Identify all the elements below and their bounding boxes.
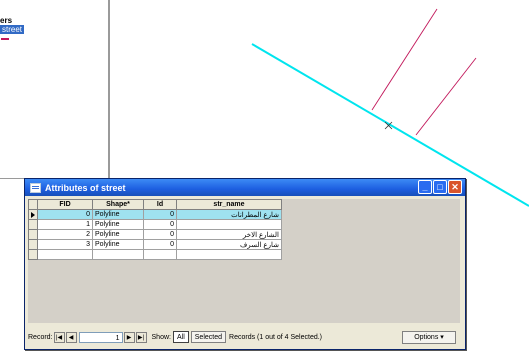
- row-selector[interactable]: [28, 229, 38, 240]
- cell-fid[interactable]: 1: [37, 219, 93, 230]
- next-record-button[interactable]: ▶: [123, 331, 135, 343]
- cell-id[interactable]: 0: [143, 229, 177, 240]
- cell-shape[interactable]: Polyline: [92, 219, 144, 230]
- street-line-1[interactable]: [371, 8, 438, 111]
- window-title: Attributes of street: [45, 182, 126, 193]
- options-button[interactable]: Options ▾: [402, 331, 456, 344]
- column-header-str-name[interactable]: str_name: [176, 199, 282, 210]
- layer-group-label[interactable]: ers: [0, 16, 12, 25]
- table-row[interactable]: 3 Polyline 0 شارع السرف: [28, 239, 282, 250]
- minimize-button[interactable]: _: [418, 180, 432, 194]
- show-all-button[interactable]: All: [172, 331, 189, 343]
- cell-empty[interactable]: [37, 249, 93, 260]
- show-selected-button[interactable]: Selected: [190, 331, 227, 343]
- cell-empty[interactable]: [143, 249, 177, 260]
- row-selector[interactable]: [28, 219, 38, 230]
- cell-id[interactable]: 0: [143, 209, 177, 220]
- column-header-shape[interactable]: Shape*: [92, 199, 144, 210]
- cell-empty[interactable]: [176, 249, 282, 260]
- record-label: Record:: [28, 333, 53, 341]
- table-row[interactable]: 0 Polyline 0 شارع المطرانات: [28, 209, 282, 220]
- table-of-contents-panel: ers street: [0, 0, 110, 179]
- record-navigation-bar: Record: |◀ ◀ 1 ▶ ▶| Show: All Selected R…: [28, 329, 462, 345]
- cell-str-name[interactable]: شارع السرف: [176, 239, 282, 250]
- cell-str-name[interactable]: [176, 219, 282, 230]
- street-line-2[interactable]: [415, 57, 477, 136]
- record-number-input[interactable]: 1: [78, 331, 123, 343]
- cell-str-name[interactable]: الشارع الاخر: [176, 229, 282, 240]
- cell-fid[interactable]: 0: [37, 209, 93, 220]
- cell-empty[interactable]: [92, 249, 144, 260]
- current-row-arrow-icon: [31, 212, 35, 218]
- cell-fid[interactable]: 2: [37, 229, 93, 240]
- show-label: Show:: [151, 333, 171, 341]
- table-row-empty[interactable]: [28, 249, 282, 260]
- close-button[interactable]: ✕: [448, 180, 462, 194]
- cell-id[interactable]: 0: [143, 239, 177, 250]
- column-header-fid[interactable]: FID: [37, 199, 93, 210]
- table-icon: [30, 182, 41, 193]
- table-row[interactable]: 2 Polyline 0 الشارع الاخر: [28, 229, 282, 240]
- street-layer-label[interactable]: street: [0, 25, 25, 34]
- last-record-button[interactable]: ▶|: [135, 331, 147, 343]
- cell-id[interactable]: 0: [143, 219, 177, 230]
- previous-record-button[interactable]: ◀: [65, 331, 77, 343]
- row-selector[interactable]: [28, 239, 38, 250]
- table-grid-area[interactable]: FID Shape* Id str_name 0 Polyline 0 شارع…: [28, 199, 460, 323]
- cell-shape[interactable]: Polyline: [92, 229, 144, 240]
- table-row[interactable]: 1 Polyline 0: [28, 219, 282, 230]
- cell-shape[interactable]: Polyline: [92, 239, 144, 250]
- cell-str-name[interactable]: شارع المطرانات: [176, 209, 282, 220]
- maximize-button[interactable]: □: [433, 180, 447, 194]
- street-symbol-swatch: [1, 38, 9, 40]
- cell-fid[interactable]: 3: [37, 239, 93, 250]
- attributes-window[interactable]: Attributes of street _ □ ✕ FID Shape* Id…: [24, 178, 466, 350]
- row-selector[interactable]: [28, 209, 38, 220]
- row-selector[interactable]: [28, 249, 38, 260]
- attribute-table: FID Shape* Id str_name 0 Polyline 0 شارع…: [28, 199, 282, 260]
- first-record-button[interactable]: |◀: [53, 331, 65, 343]
- records-count-text: Records (1 out of 4 Selected.): [229, 333, 323, 341]
- window-titlebar[interactable]: Attributes of street _ □ ✕: [25, 179, 465, 196]
- cell-shape[interactable]: Polyline: [92, 209, 144, 220]
- column-header-id[interactable]: Id: [143, 199, 177, 210]
- row-selector-header[interactable]: [28, 199, 38, 210]
